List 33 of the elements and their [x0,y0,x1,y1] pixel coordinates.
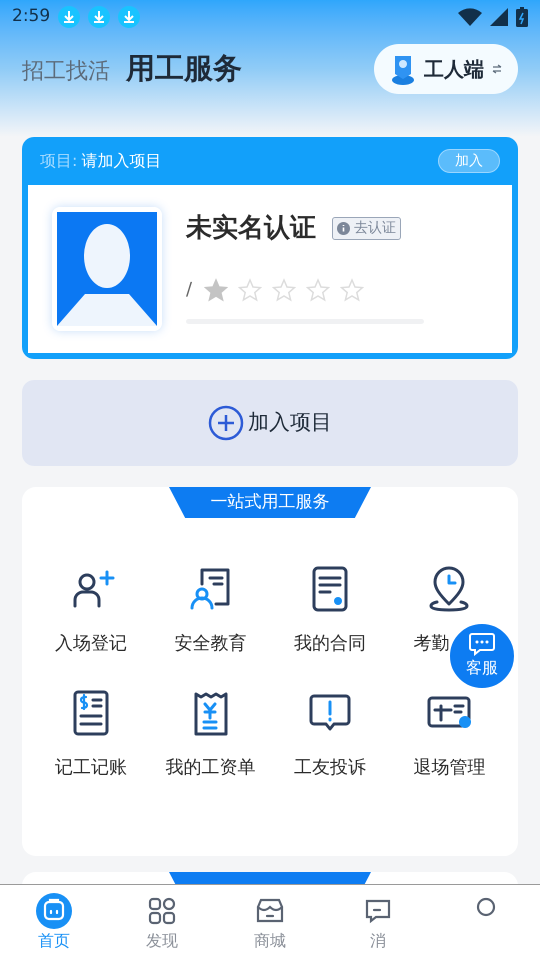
download-icon [58,6,80,28]
service-label[interactable]: 入场登记 [54,630,127,654]
chat-icon [468,632,496,656]
star-icon [340,278,364,302]
service-label[interactable]: 我的合同 [294,630,366,654]
battery-icon [516,7,528,27]
star-icon [238,278,262,302]
swap-icon [492,64,502,74]
service-label[interactable]: 安全教育 [174,630,246,654]
header-tab[interactable]: 用工服务 [126,47,242,91]
project-value: 请加入项目 [81,150,162,172]
service-label[interactable]: 退场管理 [413,754,486,778]
service-label[interactable]: 工友投诉 [294,754,366,778]
star-icon [204,278,228,302]
role-switch-button[interactable]: 工人端 [374,44,518,94]
plus-circle-icon [208,405,244,441]
signal-icon [490,8,508,26]
service-label[interactable]: 记工记账 [54,754,127,778]
download-icon [88,6,110,28]
service-label[interactable]: 考勤 [413,630,450,654]
info-icon [337,222,350,235]
project-label: 项目: [40,150,78,172]
status-time: 2:59 [12,5,50,28]
wifi-icon [458,8,482,26]
service-label[interactable]: 我的工资单 [165,754,256,778]
star-icon [272,278,296,302]
slash-text: / [186,278,192,302]
star-icon [306,278,330,302]
join-project-button[interactable]: 加入项目 [22,380,518,466]
download-icon [118,6,140,28]
user-name: 未实名认证 [186,212,316,245]
section-title: 一站式用工服务 [169,487,371,518]
bag-icon [36,893,72,929]
